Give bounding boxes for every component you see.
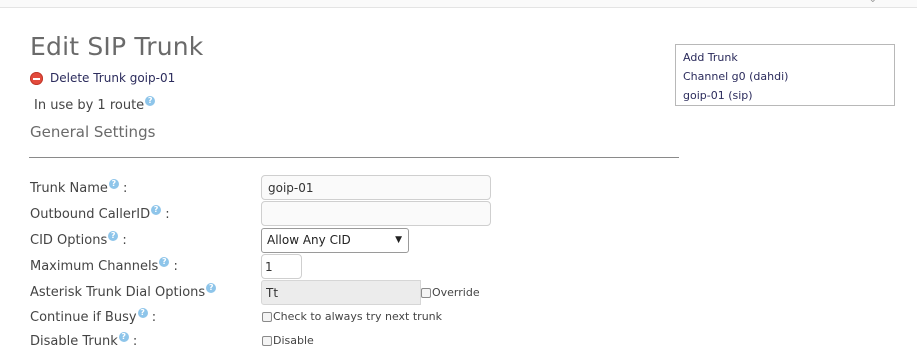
label-colon: :: [122, 233, 127, 248]
label-colon: :: [165, 207, 170, 222]
delete-icon: [30, 71, 43, 85]
continue-busy-label-text: Continue if Busy: [30, 310, 137, 325]
trunk-name-input[interactable]: [261, 175, 491, 200]
max-channels-label-text: Maximum Channels: [30, 259, 159, 274]
help-icon[interactable]: ?: [145, 96, 156, 106]
nav-item-channel-g0[interactable]: Channel g0 (dahdi): [683, 68, 894, 87]
max-channels-label: Maximum Channels? :: [30, 257, 178, 274]
label-colon: :: [132, 334, 138, 349]
disable-trunk-checkbox-wrap[interactable]: Disable: [262, 334, 314, 347]
label-colon: :: [123, 181, 128, 196]
cid-options-select[interactable]: Allow Any CID ▼: [261, 228, 409, 253]
help-icon[interactable]: ?: [151, 205, 162, 215]
override-label: Override: [432, 286, 480, 299]
section-title: General Settings: [30, 123, 156, 141]
help-icon[interactable]: ?: [118, 332, 129, 342]
cid-options-label-text: CID Options: [30, 233, 108, 248]
override-checkbox[interactable]: [421, 287, 431, 298]
help-icon[interactable]: ?: [159, 257, 170, 267]
outbound-callerid-label: Outbound CallerID? :: [30, 205, 170, 222]
outbound-callerid-input[interactable]: [261, 201, 491, 226]
trunk-nav-panel: Add Trunk Channel g0 (dahdi) goip-01 (si…: [675, 44, 895, 106]
top-bar-glyph: ⌄: [869, 0, 877, 5]
delete-trunk-label: Delete Trunk goip-01: [50, 71, 176, 85]
delete-trunk-link[interactable]: Delete Trunk goip-01: [30, 70, 175, 86]
override-checkbox-wrap[interactable]: Override: [421, 286, 480, 299]
disable-trunk-label: Disable Trunk? :: [30, 332, 138, 349]
max-channels-input[interactable]: [261, 254, 302, 279]
top-bar: ⌄: [0, 0, 917, 8]
usage-info: In use by 1 route?: [34, 96, 156, 113]
cid-options-selected: Allow Any CID: [267, 233, 351, 247]
nav-item-add-trunk[interactable]: Add Trunk: [683, 49, 894, 68]
help-icon[interactable]: ?: [108, 179, 119, 189]
chevron-down-icon: ▼: [395, 235, 402, 245]
dial-options-label-text: Asterisk Trunk Dial Options: [30, 285, 206, 300]
help-icon[interactable]: ?: [206, 283, 217, 293]
continue-busy-checkbox-label: Check to always try next trunk: [273, 310, 443, 323]
page-title: Edit SIP Trunk: [30, 32, 204, 61]
cid-options-label: CID Options? :: [30, 231, 127, 248]
help-icon[interactable]: ?: [108, 231, 119, 241]
disable-trunk-checkbox[interactable]: [262, 335, 272, 346]
disable-trunk-label-text: Disable Trunk: [30, 334, 118, 349]
outbound-callerid-label-text: Outbound CallerID: [30, 207, 151, 222]
section-divider: [29, 157, 679, 158]
help-icon[interactable]: ?: [137, 308, 148, 318]
label-colon: :: [151, 310, 157, 325]
dial-options-label: Asterisk Trunk Dial Options?: [30, 283, 217, 300]
nav-item-goip-01[interactable]: goip-01 (sip): [683, 87, 894, 106]
disable-trunk-checkbox-label: Disable: [273, 334, 314, 347]
continue-busy-checkbox[interactable]: [262, 311, 272, 322]
continue-busy-label: Continue if Busy? :: [30, 308, 157, 325]
dial-options-input[interactable]: [261, 280, 421, 305]
trunk-name-label: Trunk Name? :: [30, 179, 128, 196]
usage-text: In use by 1 route: [34, 98, 145, 113]
trunk-name-label-text: Trunk Name: [30, 181, 108, 196]
label-colon: :: [173, 259, 178, 274]
continue-busy-checkbox-wrap[interactable]: Check to always try next trunk: [262, 310, 442, 323]
